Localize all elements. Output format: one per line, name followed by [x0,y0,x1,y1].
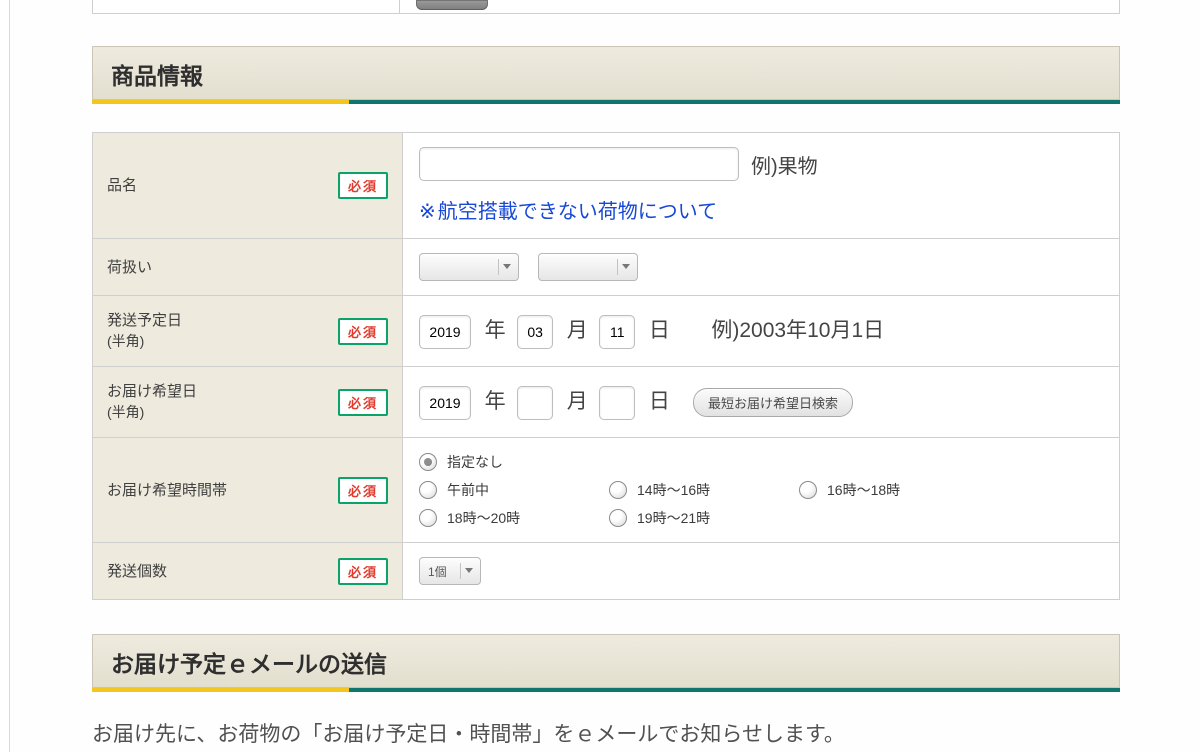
label-item-name: 品名 必須 [93,133,403,239]
radio-icon [799,481,817,499]
item-name-example: 例)果物 [751,150,818,179]
label-quantity: 発送個数 必須 [93,543,403,600]
time-option-19-21[interactable]: 19時～21時 [609,508,789,528]
label-text: 品名 [107,175,137,196]
section-underline [92,100,1120,104]
radio-label: 指定なし [447,452,503,472]
unit-month: 月 [567,390,588,413]
section-title: お届け予定ｅメールの送信 [111,651,387,677]
ship-day-input[interactable] [599,315,635,349]
radio-label: 16時～18時 [827,480,900,500]
lookup-earliest-date-button[interactable]: 最短お届け希望日検索 [693,388,853,417]
label-text: 発送個数 [107,561,167,582]
item-name-input[interactable] [419,147,739,181]
radio-icon [419,453,437,471]
time-option-none[interactable]: 指定なし [419,452,599,472]
label-ship-date: 発送予定日 (半角) 必須 [93,296,403,367]
field-deliver-date: 年 月 日 最短お届け希望日検索 [403,367,1120,438]
air-restriction-link[interactable]: 航空搭載できない荷物について [438,201,717,223]
chevron-down-icon [460,563,474,579]
quantity-select[interactable]: 1個 [419,557,481,585]
radio-icon [419,481,437,499]
section-email-header: お届け予定ｅメールの送信 [92,634,1120,688]
unit-year: 年 [485,319,506,342]
prev-button-sliver [416,0,488,10]
chevron-down-icon [617,259,631,275]
radio-icon [609,509,627,527]
field-deliver-time: 指定なし 午前中 14時～16時 16時～ [403,438,1120,543]
chevron-down-icon [498,259,512,275]
time-option-14-16[interactable]: 14時～16時 [609,480,789,500]
required-badge: 必須 [338,172,388,199]
deliver-day-input[interactable] [599,386,635,420]
previous-panel-sliver [92,0,1120,14]
required-badge: 必須 [338,558,388,585]
label-text: 発送予定日 (半角) [107,310,182,352]
required-badge: 必須 [338,477,388,504]
quantity-value: 1個 [428,563,447,580]
radio-label: 19時～21時 [637,508,710,528]
radio-label: 午前中 [447,480,489,500]
deliver-year-input[interactable] [419,386,471,420]
handling-select-2[interactable] [538,253,638,281]
radio-label: 18時～20時 [447,508,520,528]
unit-day: 日 [649,319,670,342]
unit-day: 日 [649,390,670,413]
note-asterisk: ※ [419,201,436,223]
time-option-16-18[interactable]: 16時～18時 [799,480,979,500]
ship-date-example: 例)2003年10月1日 [711,319,884,342]
radio-label: 14時～16時 [637,480,710,500]
handling-select-1[interactable] [419,253,519,281]
required-badge: 必須 [338,389,388,416]
ship-month-input[interactable] [517,315,553,349]
field-quantity: 1個 [403,543,1120,600]
unit-year: 年 [485,390,506,413]
left-rail [0,0,10,752]
section-underline [92,688,1120,692]
ship-year-input[interactable] [419,315,471,349]
field-item-name: 例)果物 ※航空搭載できない荷物について [403,133,1120,239]
label-deliver-date: お届け希望日 (半角) 必須 [93,367,403,438]
label-text: お届け希望日 (半角) [107,381,197,423]
section-title: 商品情報 [111,63,203,89]
section-product-info-header: 商品情報 [92,46,1120,100]
product-info-form: 品名 必須 例)果物 ※航空搭載できない荷物について [92,132,1120,600]
field-handling [403,239,1120,296]
field-ship-date: 年 月 日 例)2003年10月1日 [403,296,1120,367]
deliver-month-input[interactable] [517,386,553,420]
required-badge: 必須 [338,318,388,345]
label-text: お届け希望時間帯 [107,480,227,501]
label-text: 荷扱い [107,257,152,278]
radio-icon [609,481,627,499]
email-description: お届け先に、お荷物の「お届け予定日・時間帯」をｅメールでお知らせします。 [92,718,1120,748]
label-deliver-time: お届け希望時間帯 必須 [93,438,403,543]
label-handling: 荷扱い [93,239,403,296]
time-option-18-20[interactable]: 18時～20時 [419,508,599,528]
radio-icon [419,509,437,527]
unit-month: 月 [567,319,588,342]
time-option-am[interactable]: 午前中 [419,480,599,500]
